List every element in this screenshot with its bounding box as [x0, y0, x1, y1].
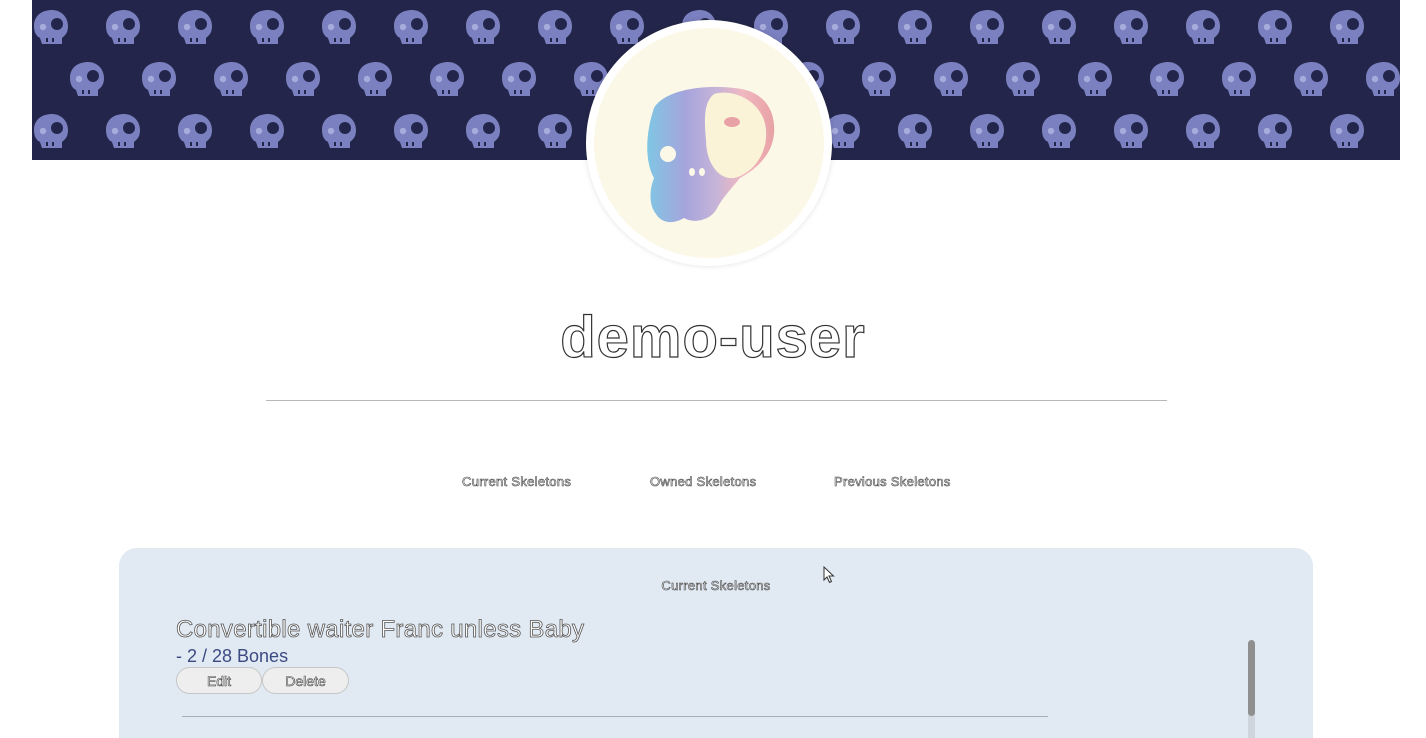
- profile-page: demo-user Current Skeletons Owned Skelet…: [0, 0, 1426, 738]
- rainbow-skull-icon: [647, 86, 775, 223]
- profile-username: demo-user: [560, 304, 866, 370]
- tab-previous-skeletons[interactable]: Previous Skeletons: [834, 474, 951, 490]
- panel-scrollbar[interactable]: [1248, 640, 1255, 738]
- panel-title: Current Skeletons: [661, 578, 771, 594]
- scrollbar-thumb[interactable]: [1248, 640, 1255, 716]
- delete-button[interactable]: Delete: [262, 667, 349, 694]
- tab-current-skeletons[interactable]: Current Skeletons: [462, 474, 571, 490]
- header-divider: [266, 400, 1167, 401]
- bones-count: - 2 / 28 Bones: [176, 646, 289, 666]
- tab-owned-skeletons[interactable]: Owned Skeletons: [650, 474, 757, 490]
- edit-button[interactable]: Edit: [176, 667, 262, 694]
- avatar-image: [594, 28, 824, 258]
- skeleton-tabs: Current Skeletons Owned Skeletons Previo…: [0, 474, 1426, 494]
- item-divider: [182, 716, 1048, 717]
- avatar[interactable]: [586, 20, 832, 266]
- skeleton-name: Convertible waiter Franc unless Baby: [176, 616, 585, 644]
- mouse-pointer-icon: [823, 566, 835, 584]
- current-skeletons-panel: Current Skeletons Convertible waiter Fra…: [119, 548, 1313, 738]
